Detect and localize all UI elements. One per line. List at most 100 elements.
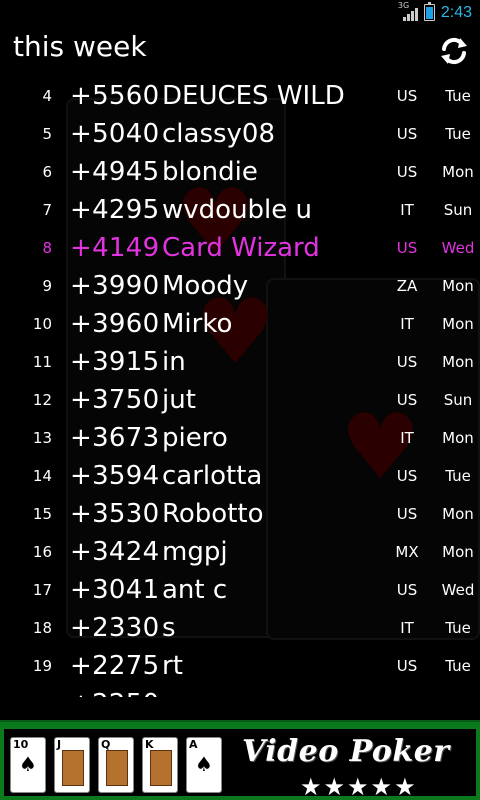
card-rank: 10 (13, 738, 29, 751)
rank: 19 (32, 657, 52, 675)
country: US (396, 125, 418, 143)
score: +2330 (70, 613, 160, 643)
player-name: Card Wizard (162, 233, 320, 263)
leaderboard-row[interactable]: 14 +3594 carlotta US Tue (0, 457, 480, 495)
rank: 15 (32, 505, 52, 523)
score: +3915 (70, 347, 160, 377)
video-poker-banner[interactable]: 10 ♠ J Q K A ♠ Video Poker ★★★★★ (0, 720, 480, 800)
score: +2250 (70, 689, 159, 697)
day: Mon (442, 429, 474, 447)
player-name: DEUCES WILD (162, 81, 345, 111)
leaderboard-row[interactable]: 10 +3960 Mirko IT Mon (0, 305, 480, 343)
face-card-art (106, 750, 128, 786)
rank: 4 (42, 87, 52, 105)
rank: 9 (42, 277, 52, 295)
player-name: s (162, 613, 176, 643)
rank: 14 (32, 467, 52, 485)
refresh-button[interactable] (438, 35, 470, 67)
rank: 17 (32, 581, 52, 599)
leaderboard-row[interactable]: 17 +3041 ant c US Wed (0, 571, 480, 609)
leaderboard-row[interactable]: 13 +3673 piero IT Mon (0, 419, 480, 457)
score: +3750 (70, 385, 160, 415)
player-name: ant c (162, 575, 228, 605)
country: US (396, 391, 418, 409)
leaderboard-row[interactable]: 15 +3530 Robotto US Mon (0, 495, 480, 533)
score: +3990 (70, 271, 160, 301)
rank: 12 (32, 391, 52, 409)
leaderboard-row[interactable]: 7 +4295 wvdouble u IT Sun (0, 191, 480, 229)
rank: 11 (32, 353, 52, 371)
country: IT (384, 695, 430, 697)
score: +3424 (70, 537, 160, 567)
header: this week (0, 25, 480, 75)
score: +2275 (70, 651, 160, 681)
country: US (396, 87, 418, 105)
playing-card-icon: Q (98, 737, 134, 793)
score: +3041 (70, 575, 160, 605)
country: US (396, 353, 418, 371)
face-card-art (150, 750, 172, 786)
playing-card-icon: 10 ♠ (10, 737, 46, 793)
day: Mon (442, 163, 474, 181)
country: US (396, 581, 418, 599)
leaderboard-row[interactable]: 9 +3990 Moody ZA Mon (0, 267, 480, 305)
score: +4295 (70, 195, 160, 225)
day: Tue (445, 619, 471, 637)
rank: 7 (42, 201, 52, 219)
leaderboard-list[interactable]: 4 +5560 DEUCES WILD US Tue 5 +5040 classy08 US Tu… (0, 77, 480, 697)
leaderboard-row[interactable]: 4 +5560 DEUCES WILD US Tue (0, 77, 480, 115)
rank: 20 (0, 695, 52, 697)
player-name: carlotta (162, 461, 263, 491)
card-rank: J (57, 738, 62, 751)
score: +3960 (70, 309, 160, 339)
leaderboard-row[interactable]: 8 +4149 Card Wizard US Wed (0, 229, 480, 267)
day: Wed (441, 581, 475, 599)
score: +3594 (70, 461, 160, 491)
leaderboard-row[interactable]: 12 +3750 jut US Sun (0, 381, 480, 419)
score: +5040 (70, 119, 160, 149)
country: US (396, 505, 418, 523)
day: Sun (443, 391, 473, 409)
leaderboard-row[interactable]: 11 +3915 in US Mon (0, 343, 480, 381)
leaderboard-row[interactable]: 5 +5040 classy08 US Tue (0, 115, 480, 153)
status-time: 2:43 (440, 3, 472, 21)
player-name: blondie (162, 157, 258, 187)
player-name: piero (162, 423, 228, 453)
country: IT (400, 315, 414, 333)
day: Mon (442, 353, 474, 371)
rank: 10 (32, 315, 52, 333)
player-name: Robotto (162, 499, 264, 529)
day: Mon (442, 543, 474, 561)
leaderboard-row[interactable]: 6 +4945 blondie US Mon (0, 153, 480, 191)
player-name: Moody (162, 271, 249, 301)
rank: 5 (42, 125, 52, 143)
status-bar: 3G 2:43 (0, 0, 480, 25)
score: +5560 (70, 81, 160, 111)
country: US (396, 163, 418, 181)
country: IT (400, 429, 414, 447)
page-title: this week (13, 30, 147, 63)
spade-icon: ♠ (19, 752, 37, 776)
rank: 18 (32, 619, 52, 637)
day: Tue (445, 467, 471, 485)
refresh-icon (441, 37, 467, 65)
banner-stars: ★★★★★ (300, 773, 418, 800)
battery-icon (423, 2, 435, 21)
day: Tue (436, 695, 480, 697)
playing-card-icon: J (54, 737, 90, 793)
card-rank: A (189, 738, 198, 751)
banner-title: Video Poker (242, 734, 450, 769)
score: +3530 (70, 499, 160, 529)
day: Mon (442, 315, 474, 333)
day: Tue (445, 125, 471, 143)
leaderboard-row[interactable]: 19 +2275 rt US Tue (0, 647, 480, 685)
player-name: mgpj (162, 537, 228, 567)
rank: 16 (32, 543, 52, 561)
leaderboard-row[interactable]: 18 +2330 s IT Tue (0, 609, 480, 647)
day: Sun (443, 201, 473, 219)
day: Mon (442, 505, 474, 523)
leaderboard-row[interactable]: 20 +2250 IT Tue (0, 685, 480, 697)
leaderboard-row[interactable]: 16 +3424 mgpj MX Mon (0, 533, 480, 571)
playing-card-icon: A ♠ (186, 737, 222, 793)
score: +4945 (70, 157, 160, 187)
